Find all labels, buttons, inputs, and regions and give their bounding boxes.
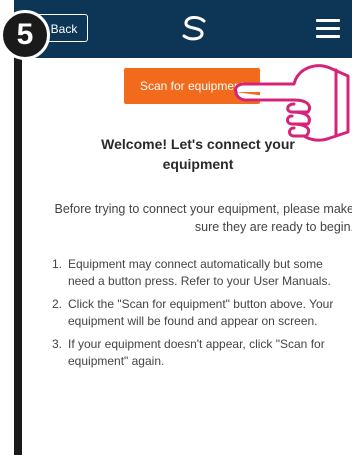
list-item-number: 3. — [52, 337, 63, 351]
list-item-text: Click the "Scan for equipment" button ab… — [68, 297, 334, 328]
list-item-text: Equipment may connect automatically but … — [68, 257, 331, 288]
list-item-number: 1. — [52, 257, 63, 271]
list-item-number: 2. — [52, 297, 63, 311]
list-item: 2. Click the "Scan for equipment" button… — [52, 296, 352, 330]
list-item: 1. Equipment may connect automatically b… — [52, 256, 352, 290]
step-number-badge: 5 — [0, 10, 50, 60]
phone-bezel-edge — [14, 40, 22, 455]
hamburger-menu-icon[interactable] — [316, 19, 340, 39]
swirl-logo-icon — [182, 15, 206, 41]
instruction-list: 1. Equipment may connect automatically b… — [52, 256, 352, 376]
list-item: 3. If your equipment doesn't appear, cli… — [52, 336, 352, 370]
welcome-line-2: equipment — [162, 156, 234, 172]
pointing-hand-icon — [234, 64, 350, 142]
list-item-text: If your equipment doesn't appear, click … — [68, 337, 325, 368]
intro-paragraph: Before trying to connect your equipment,… — [54, 202, 352, 234]
